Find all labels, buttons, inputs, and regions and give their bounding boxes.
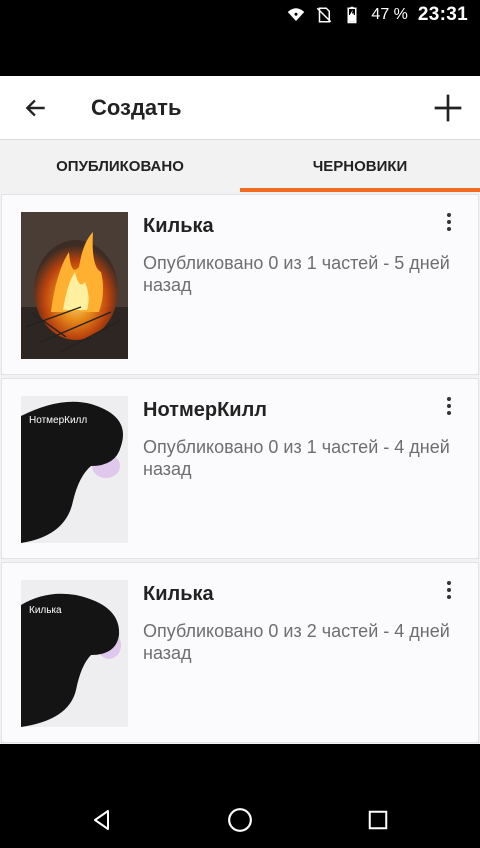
story-card[interactable]: НотмерКилл НотмерКилл Опубликовано 0 из …: [1, 378, 479, 559]
nav-home-button[interactable]: [226, 806, 254, 834]
silhouette-image: Килька: [21, 580, 128, 727]
plus-icon: [434, 94, 462, 122]
home-circle-icon: [228, 808, 252, 832]
fire-image: [21, 212, 128, 359]
add-story-button[interactable]: [430, 90, 466, 126]
tab-drafts[interactable]: ЧЕРНОВИКИ: [240, 140, 480, 192]
story-list: Килька Опубликовано 0 из 1 частей - 5 дн…: [0, 194, 480, 746]
silhouette-image: НотмерКилл: [21, 396, 128, 543]
story-card[interactable]: Килька Опубликовано 0 из 1 частей - 5 дн…: [1, 194, 479, 375]
page-title: Создать: [91, 95, 182, 120]
nav-recents-button[interactable]: [364, 806, 392, 834]
battery-charging-icon: [347, 6, 357, 24]
tab-published[interactable]: ОПУБЛИКОВАНО: [0, 140, 240, 192]
wifi-icon: [288, 8, 305, 21]
tab-bar: ОПУБЛИКОВАНО ЧЕРНОВИКИ: [0, 140, 480, 192]
dot-icon: [447, 411, 451, 415]
story-subtitle: Опубликовано 0 из 2 частей - 4 дней наза…: [143, 621, 450, 663]
cover-caption: Килька: [29, 605, 62, 616]
story-title: Килька: [143, 583, 214, 605]
app-content: Создать ОПУБЛИКОВАНО ЧЕРНОВИКИ Килька Оп…: [0, 76, 480, 744]
more-options-button[interactable]: [438, 211, 460, 233]
story-subtitle: Опубликовано 0 из 1 частей - 4 дней наза…: [143, 437, 450, 479]
no-sim-icon: [317, 7, 332, 23]
system-nav-bar: [0, 792, 480, 848]
story-cover: НотмерКилл: [21, 396, 128, 543]
dot-icon: [447, 404, 451, 408]
dot-icon: [447, 588, 451, 592]
dot-icon: [447, 227, 451, 231]
nav-back-button[interactable]: [88, 806, 116, 834]
dot-icon: [447, 213, 451, 217]
story-title: НотмерКилл: [143, 399, 268, 421]
dot-icon: [447, 220, 451, 224]
status-icons: 47 % 23:31: [287, 4, 468, 26]
recents-square-icon: [368, 810, 388, 830]
clock: 23:31: [417, 4, 468, 25]
story-cover: [21, 212, 128, 359]
story-subtitle: Опубликовано 0 из 1 частей - 5 дней наза…: [143, 253, 450, 295]
back-button[interactable]: [20, 92, 52, 124]
arrow-left-icon: [25, 99, 45, 117]
more-options-button[interactable]: [438, 395, 460, 417]
dot-icon: [447, 581, 451, 585]
back-triangle-icon: [94, 810, 109, 830]
status-bar: 47 % 23:31: [0, 0, 480, 28]
toolbar: Создать: [0, 76, 480, 140]
story-cover: Килька: [21, 580, 128, 727]
battery-percent: 47 %: [371, 6, 408, 23]
more-options-button[interactable]: [438, 579, 460, 601]
cover-caption: НотмерКилл: [29, 415, 87, 426]
story-card[interactable]: Килька Килька Опубликовано 0 из 2 частей…: [1, 562, 479, 743]
dot-icon: [447, 595, 451, 599]
story-title: Килька: [143, 215, 214, 237]
dot-icon: [447, 397, 451, 401]
